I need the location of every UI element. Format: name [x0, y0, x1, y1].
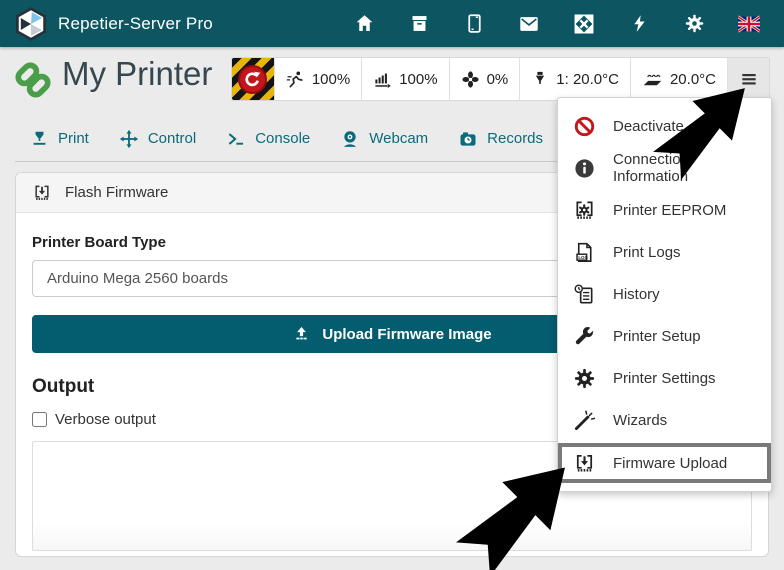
menu-item-history[interactable]: History [558, 273, 771, 315]
extruder-icon [531, 70, 549, 88]
flow-bars-icon [373, 70, 392, 89]
fan-icon [461, 70, 480, 89]
speed-runner-icon [286, 70, 305, 89]
mail-icon[interactable] [518, 13, 540, 35]
menu-item-label: Connection Information [613, 151, 756, 185]
flow-multiplier[interactable]: 100% [361, 58, 448, 100]
fan-status[interactable]: 0% [449, 58, 520, 100]
menu-item-printer-setup[interactable]: Printer Setup [558, 315, 771, 357]
tab-print[interactable]: Print [15, 116, 104, 161]
tab-label: Records [487, 130, 543, 147]
tab-console[interactable]: Console [211, 116, 325, 161]
records-camera-icon [458, 129, 478, 149]
expand-icon[interactable] [573, 13, 595, 35]
menu-item-printer-settings[interactable]: Printer Settings [558, 357, 771, 399]
menu-item-label: Printer Settings [613, 370, 716, 387]
printer-status-toolbar: 100% 100% 0% 1: 20.0°C [231, 57, 770, 101]
log-document-icon: LOG [573, 241, 596, 264]
console-icon [226, 129, 246, 149]
panel-title: Flash Firmware [65, 184, 168, 201]
bolt-icon[interactable] [628, 13, 650, 35]
menu-item-label: Printer EEPROM [613, 202, 726, 219]
menu-item-label: History [613, 286, 660, 303]
repetier-logo-icon[interactable] [14, 7, 48, 41]
menu-item-deactivate[interactable]: Deactivate [558, 105, 771, 147]
info-icon [573, 157, 596, 180]
speed-value: 100% [312, 71, 350, 88]
hamburger-icon [739, 69, 759, 89]
menu-item-label: Wizards [613, 412, 667, 429]
verbose-output-label: Verbose output [55, 411, 156, 428]
tab-webcam[interactable]: Webcam [325, 116, 443, 161]
upload-icon [292, 325, 311, 344]
speed-multiplier[interactable]: 100% [274, 58, 361, 100]
webcam-icon [340, 129, 360, 149]
menu-item-firmware-upload[interactable]: Firmware Upload [558, 443, 771, 483]
firmware-chip-icon [32, 183, 52, 203]
top-navbar: Repetier-Server Pro [0, 0, 784, 47]
menu-item-label: Deactivate [613, 118, 684, 135]
extruder-temp[interactable]: 1: 20.0°C [519, 58, 630, 100]
home-icon[interactable] [353, 13, 375, 35]
wand-icon [573, 409, 596, 432]
tablet-icon[interactable] [463, 13, 485, 35]
gear-icon[interactable] [683, 13, 705, 35]
printer-dropdown-menu: Deactivate Connection Information Printe… [557, 97, 772, 492]
wrench-icon [573, 325, 596, 348]
menu-item-connection-information[interactable]: Connection Information [558, 147, 771, 189]
menu-item-printer-eeprom[interactable]: Printer EEPROM [558, 189, 771, 231]
tab-records[interactable]: Records [443, 116, 558, 161]
connection-link-icon[interactable] [14, 61, 52, 99]
menu-item-wizards[interactable]: Wizards [558, 399, 771, 441]
tab-label: Console [255, 130, 310, 147]
uk-flag-icon[interactable] [738, 13, 760, 35]
upload-button-label: Upload Firmware Image [322, 326, 491, 343]
bed-value: 20.0°C [670, 71, 716, 88]
tab-control[interactable]: Control [104, 116, 211, 161]
extruder-value: 1: 20.0°C [556, 71, 619, 88]
tab-label: Webcam [369, 130, 428, 147]
menu-item-label: Firmware Upload [613, 455, 727, 472]
tab-label: Control [148, 130, 196, 147]
printer-name: My Printer [62, 55, 212, 93]
printer-menu-button[interactable] [727, 58, 769, 100]
fan-value: 0% [487, 71, 509, 88]
archive-icon[interactable] [408, 13, 430, 35]
history-icon [573, 283, 596, 306]
move-arrows-icon [119, 129, 139, 149]
verbose-output-checkbox[interactable] [32, 412, 47, 427]
svg-text:LOG: LOG [578, 255, 588, 260]
print-icon [30, 129, 49, 148]
deactivate-icon [573, 115, 596, 138]
eeprom-chip-icon [573, 199, 596, 222]
bed-temp[interactable]: 20.0°C [630, 58, 727, 100]
menu-item-label: Print Logs [613, 244, 681, 261]
gear-icon [573, 367, 596, 390]
menu-item-print-logs[interactable]: LOG Print Logs [558, 231, 771, 273]
emergency-stop-button[interactable] [232, 58, 274, 100]
flow-value: 100% [399, 71, 437, 88]
board-type-value: Arduino Mega 2560 boards [47, 270, 228, 287]
firmware-upload-icon [573, 452, 596, 475]
reset-icon [238, 65, 267, 94]
app-title: Repetier-Server Pro [58, 14, 213, 34]
heated-bed-icon [642, 69, 663, 90]
menu-item-label: Printer Setup [613, 328, 701, 345]
tab-label: Print [58, 130, 89, 147]
